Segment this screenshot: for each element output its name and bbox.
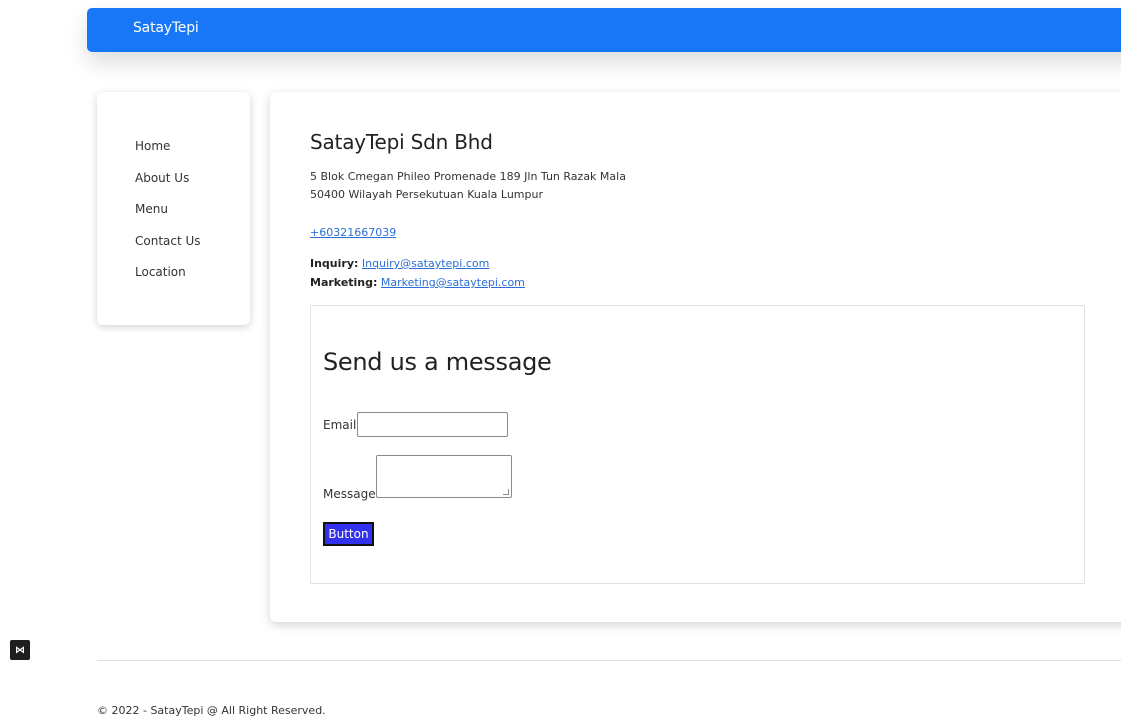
marketing-row: Marketing: Marketing@sataytepi.com [310,276,525,289]
form-title: Send us a message [323,348,552,376]
resize-handle-icon[interactable] [503,489,509,495]
sidebar-item-contact-us[interactable]: Contact Us [135,233,201,265]
navbar: SatayTepi [87,8,1121,52]
sidebar-item-menu[interactable]: Menu [135,201,201,233]
inquiry-email-link[interactable]: Inquiry@sataytepi.com [362,257,489,270]
sidebar-item-about-us[interactable]: About Us [135,170,201,202]
message-form: Send us a message Email Message Button [310,305,1085,584]
marketing-label: Marketing: [310,276,378,289]
phone-link[interactable]: +60321667039 [310,226,396,239]
phone-row: +60321667039 [310,226,396,239]
inquiry-label: Inquiry: [310,257,359,270]
inquiry-row: Inquiry: Inquiry@sataytepi.com [310,257,489,270]
message-label: Message [323,487,376,501]
sidebar: Home About Us Menu Contact Us Location [97,92,250,325]
sidebar-item-location[interactable]: Location [135,264,201,296]
sidebar-item-home[interactable]: Home [135,138,201,170]
email-input[interactable] [357,412,508,437]
brand-link[interactable]: SatayTepi [133,20,199,36]
contact-card: SatayTepi Sdn Bhd 5 Blok Cmegan Phileo P… [270,92,1121,622]
sidebar-nav: Home About Us Menu Contact Us Location [135,138,201,296]
company-name: SatayTepi Sdn Bhd [310,130,493,154]
message-textarea[interactable] [376,455,512,498]
address-line-2: 50400 Wilayah Persekutuan Kuala Lumpur [310,188,543,201]
visual-studio-icon[interactable]: ⋈ [10,640,30,660]
submit-button[interactable]: Button [323,522,374,546]
marketing-email-link[interactable]: Marketing@sataytepi.com [381,276,525,289]
footer-divider [97,660,1121,661]
footer-text: © 2022 - SatayTepi @ All Right Reserved. [97,704,326,717]
email-label: Email [323,418,357,432]
address-line-1: 5 Blok Cmegan Phileo Promenade 189 Jln T… [310,170,626,183]
